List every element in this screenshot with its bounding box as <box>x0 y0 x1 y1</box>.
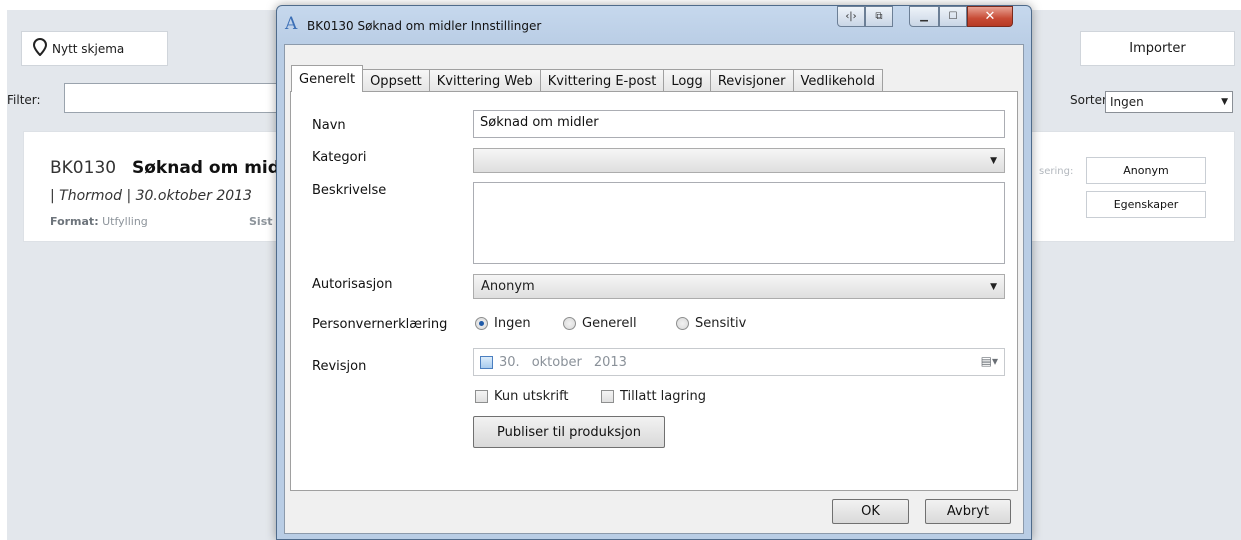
revision-day: 30. <box>499 354 520 370</box>
format-value: Utfylling <box>102 215 148 228</box>
authorization-value: Anonym <box>481 279 535 294</box>
date-enable-checkbox[interactable] <box>480 355 493 369</box>
tab-oppsett[interactable]: Oppsett <box>362 69 430 92</box>
properties-button[interactable]: Egenskaper <box>1086 191 1206 218</box>
form-code: BK0130 <box>50 158 117 178</box>
location-pin-icon <box>32 37 48 59</box>
category-label: Kategori <box>312 150 367 165</box>
chevron-down-icon: ▼ <box>990 281 997 292</box>
privacy-option-label: Sensitiv <box>695 316 747 331</box>
form-format: Format: Utfylling <box>50 215 148 228</box>
cancel-button[interactable]: Avbryt <box>925 499 1011 524</box>
authorization-select[interactable]: Anonym ▼ <box>473 274 1005 299</box>
tab-panel-generelt: Navn Søknad om midler Kategori ▼ Beskriv… <box>290 91 1018 491</box>
form-meta: | Thormod | 30.oktober 2013 <box>50 188 252 204</box>
tab-logg[interactable]: Logg <box>663 69 711 92</box>
revision-year: 2013 <box>593 354 627 370</box>
chevron-down-icon: ▼ <box>1221 97 1228 107</box>
checkbox-icon <box>601 390 614 403</box>
description-label: Beskrivelse <box>312 183 387 198</box>
privacy-option-sensitiv[interactable]: Sensitiv <box>676 316 746 331</box>
copy-window-icon[interactable]: ⧉ <box>865 6 893 27</box>
code-view-icon[interactable]: ‹|› <box>837 6 865 27</box>
name-input[interactable]: Søknad om midler <box>473 110 1005 138</box>
privacy-option-label: Ingen <box>494 316 531 331</box>
dialog-title: BK0130 Søknad om midler Innstillinger <box>307 19 542 33</box>
form-last-label: Sist <box>249 215 273 228</box>
name-label: Navn <box>312 118 346 133</box>
maximize-button[interactable]: ☐ <box>939 6 967 27</box>
filter-label: Filter: <box>7 93 41 107</box>
format-label: Format: <box>50 215 99 228</box>
radio-icon <box>676 317 689 330</box>
ok-button[interactable]: OK <box>832 499 909 524</box>
revision-month: oktober <box>531 354 582 370</box>
calendar-dropdown-icon[interactable]: ▤▾ <box>981 354 998 368</box>
tab-vedlikehold[interactable]: Vedlikehold <box>792 69 883 92</box>
revision-label: Revisjon <box>312 359 367 374</box>
radio-selected-icon <box>475 317 488 330</box>
settings-dialog: A BK0130 Søknad om midler Innstillinger … <box>276 5 1032 540</box>
tab-generelt[interactable]: Generelt <box>291 65 364 92</box>
dialog-titlebar[interactable]: A BK0130 Søknad om midler Innstillinger … <box>277 6 1031 44</box>
form-title[interactable]: Søknad om midl <box>132 158 286 178</box>
print-only-label: Kun utskrift <box>494 389 569 404</box>
tab-revisjoner[interactable]: Revisjoner <box>709 69 794 92</box>
authorization-label: sering: <box>1039 166 1074 177</box>
close-button[interactable]: ✕ <box>967 6 1013 27</box>
privacy-option-ingen[interactable]: Ingen <box>475 316 531 331</box>
authorization-button[interactable]: Anonym <box>1086 157 1206 184</box>
category-select[interactable]: ▼ <box>473 148 1005 173</box>
allow-save-checkbox[interactable]: Tillatt lagring <box>601 389 706 404</box>
revision-date-picker[interactable]: 30. oktober 2013 ▤▾ <box>473 348 1005 376</box>
minimize-button[interactable]: ▁ <box>909 6 939 27</box>
chevron-down-icon: ▼ <box>990 155 997 166</box>
tab-kvittering-epost[interactable]: Kvittering E-post <box>539 69 665 92</box>
tab-kvittering-web[interactable]: Kvittering Web <box>428 69 541 92</box>
radio-icon <box>563 317 576 330</box>
new-form-button[interactable]: Nytt skjema <box>21 31 168 66</box>
publish-button[interactable]: Publiser til produksjon <box>473 416 665 448</box>
new-form-label: Nytt skjema <box>52 41 125 56</box>
description-textarea[interactable] <box>473 182 1005 264</box>
tab-strip: Generelt Oppsett Kvittering Web Kvitteri… <box>291 65 883 92</box>
import-button[interactable]: Importer <box>1080 31 1235 66</box>
filter-input[interactable] <box>64 83 304 113</box>
dialog-body: Generelt Oppsett Kvittering Web Kvitteri… <box>284 44 1024 534</box>
sort-select[interactable]: Ingen ▼ <box>1105 91 1233 113</box>
sort-value: Ingen <box>1110 95 1144 109</box>
app-logo-icon: A <box>285 14 298 34</box>
privacy-label: Personvernerklæring <box>312 317 448 332</box>
authorization-label: Autorisasjon <box>312 277 393 292</box>
privacy-option-generell[interactable]: Generell <box>563 316 637 331</box>
allow-save-label: Tillatt lagring <box>620 389 706 404</box>
checkbox-icon <box>475 390 488 403</box>
print-only-checkbox[interactable]: Kun utskrift <box>475 389 569 404</box>
privacy-option-label: Generell <box>582 316 637 331</box>
